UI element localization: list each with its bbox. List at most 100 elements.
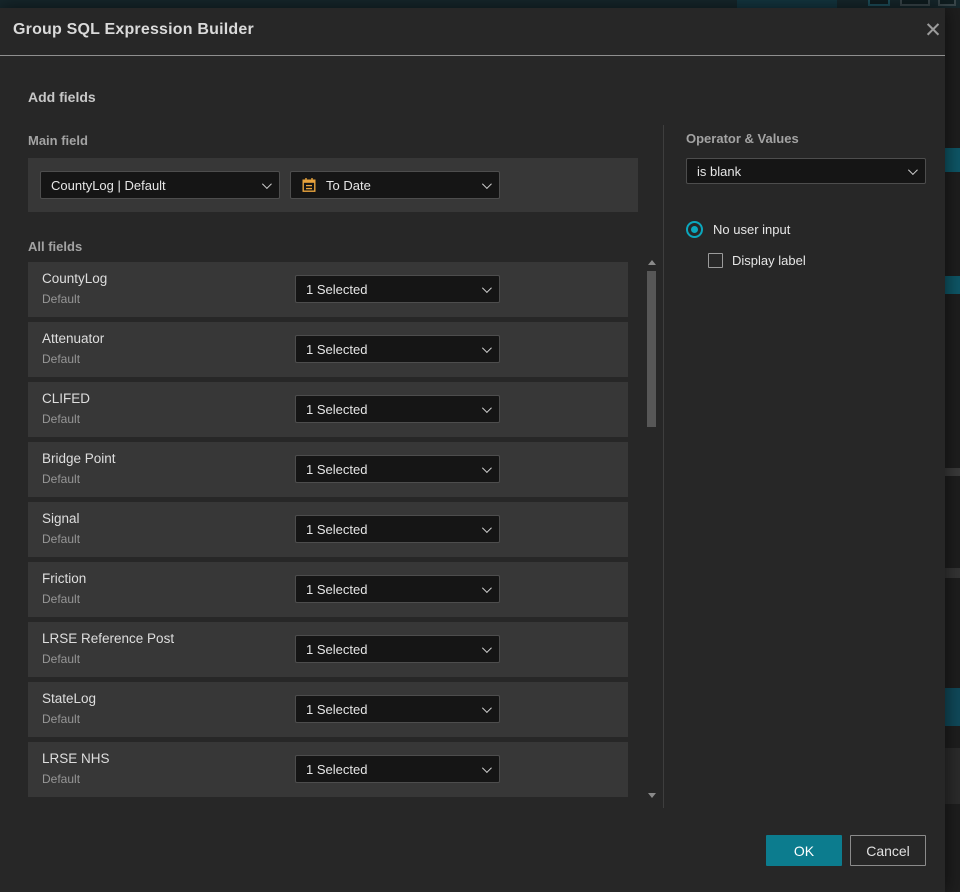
screen: Live View Group SQL Expression Builder ✕… <box>0 0 960 892</box>
field-name: LRSE Reference Post <box>42 631 175 646</box>
field-selection-value: 1 Selected <box>306 701 368 717</box>
section-divider <box>663 125 664 808</box>
chevron-down-icon <box>481 342 492 353</box>
field-subtitle: Default <box>42 352 81 366</box>
ok-button[interactable]: OK <box>766 835 842 866</box>
radio-selected-icon <box>686 220 703 238</box>
field-row: Friction Default 1 Selected <box>28 562 628 617</box>
field-row: Bridge Point Default 1 Selected <box>28 442 628 497</box>
field-selection-value: 1 Selected <box>306 341 368 357</box>
field-name: StateLog <box>42 691 97 706</box>
background-fragment <box>945 568 960 578</box>
display-label-checkbox[interactable]: Display label <box>708 252 806 268</box>
all-fields-label: All fields <box>28 239 83 254</box>
calendar-icon <box>302 178 316 192</box>
list-scrollbar[interactable] <box>646 258 657 800</box>
field-selection-dropdown[interactable]: 1 Selected <box>295 395 500 423</box>
chevron-down-icon <box>481 702 492 713</box>
field-subtitle: Default <box>42 532 81 546</box>
scroll-down-icon[interactable] <box>648 793 656 798</box>
field-subtitle: Default <box>42 712 81 726</box>
chevron-down-icon <box>481 402 492 413</box>
field-selection-dropdown[interactable]: 1 Selected <box>295 275 500 303</box>
scrollbar-thumb[interactable] <box>647 271 656 427</box>
operator-dropdown[interactable]: is blank <box>686 158 926 184</box>
field-row: LRSE NHS Default 1 Selected <box>28 742 628 797</box>
dialog-title: Group SQL Expression Builder <box>13 21 254 38</box>
field-row: Signal Default 1 Selected <box>28 502 628 557</box>
cancel-button[interactable]: Cancel <box>850 835 926 866</box>
background-toolbar-icon <box>900 0 930 6</box>
scroll-up-icon[interactable] <box>648 260 656 265</box>
background-fragment <box>945 148 960 172</box>
field-name: Signal <box>42 511 80 526</box>
main-field-dropdown[interactable]: CountyLog | Default <box>40 171 280 199</box>
chevron-down-icon <box>481 642 492 653</box>
chevron-down-icon <box>261 178 272 189</box>
field-name: Friction <box>42 571 87 586</box>
field-name: CLIFED <box>42 391 91 406</box>
main-field-date-value: To Date <box>326 177 371 193</box>
background-fragment <box>945 468 960 476</box>
background-app-top-strip: Live View <box>0 0 960 8</box>
field-row: Attenuator Default 1 Selected <box>28 322 628 377</box>
field-name: LRSE NHS <box>42 751 110 766</box>
no-user-input-radio[interactable]: No user input <box>686 220 790 238</box>
live-view-button[interactable]: Live View <box>737 0 837 8</box>
field-name: Bridge Point <box>42 451 116 466</box>
field-subtitle: Default <box>42 652 81 666</box>
field-subtitle: Default <box>42 772 81 786</box>
no-user-input-label: No user input <box>713 221 791 237</box>
field-subtitle: Default <box>42 412 81 426</box>
operator-values-label: Operator & Values <box>686 131 799 146</box>
field-row: StateLog Default 1 Selected <box>28 682 628 737</box>
field-name: Attenuator <box>42 331 105 346</box>
field-selection-dropdown[interactable]: 1 Selected <box>295 575 500 603</box>
field-row: CLIFED Default 1 Selected <box>28 382 628 437</box>
field-selection-value: 1 Selected <box>306 401 368 417</box>
field-row: CountyLog Default 1 Selected <box>28 262 628 317</box>
field-selection-dropdown[interactable]: 1 Selected <box>295 695 500 723</box>
chevron-down-icon <box>481 522 492 533</box>
chevron-down-icon <box>481 178 492 189</box>
field-subtitle: Default <box>42 292 81 306</box>
background-fragment <box>945 688 960 726</box>
add-fields-heading: Add fields <box>28 89 96 105</box>
field-selection-value: 1 Selected <box>306 461 368 477</box>
main-field-dropdown-value: CountyLog | Default <box>51 177 166 193</box>
background-toolbar-icon <box>868 0 890 6</box>
field-selection-dropdown[interactable]: 1 Selected <box>295 515 500 543</box>
field-selection-dropdown[interactable]: 1 Selected <box>295 635 500 663</box>
checkbox-unchecked-icon <box>708 252 723 268</box>
chevron-down-icon <box>481 582 492 593</box>
field-selection-dropdown[interactable]: 1 Selected <box>295 335 500 363</box>
background-app-right-strip <box>945 8 960 892</box>
operator-dropdown-value: is blank <box>697 163 742 179</box>
field-subtitle: Default <box>42 592 81 606</box>
close-icon[interactable]: ✕ <box>920 18 946 44</box>
main-field-date-dropdown[interactable]: To Date <box>290 171 500 199</box>
display-label-text: Display label <box>732 252 806 268</box>
chevron-down-icon <box>481 282 492 293</box>
field-subtitle: Default <box>42 472 81 486</box>
field-selection-value: 1 Selected <box>306 521 368 537</box>
field-selection-value: 1 Selected <box>306 641 368 657</box>
field-selection-dropdown[interactable]: 1 Selected <box>295 455 500 483</box>
chevron-down-icon <box>907 164 918 175</box>
live-view-label: Live View <box>770 0 817 3</box>
background-fragment <box>945 748 960 804</box>
chevron-down-icon <box>481 462 492 473</box>
field-selection-value: 1 Selected <box>306 281 368 297</box>
title-divider <box>0 55 945 56</box>
field-selection-value: 1 Selected <box>306 761 368 777</box>
field-selection-value: 1 Selected <box>306 581 368 597</box>
field-name: CountyLog <box>42 271 108 286</box>
main-field-panel: CountyLog | Default To Date <box>28 158 638 212</box>
chevron-down-icon <box>481 762 492 773</box>
main-field-label: Main field <box>28 133 88 148</box>
group-sql-expression-builder-dialog: Group SQL Expression Builder ✕ Add field… <box>0 8 945 892</box>
background-fragment <box>945 276 960 294</box>
field-row: LRSE Reference Post Default 1 Selected <box>28 622 628 677</box>
background-toolbar-icon <box>938 0 956 6</box>
field-selection-dropdown[interactable]: 1 Selected <box>295 755 500 783</box>
